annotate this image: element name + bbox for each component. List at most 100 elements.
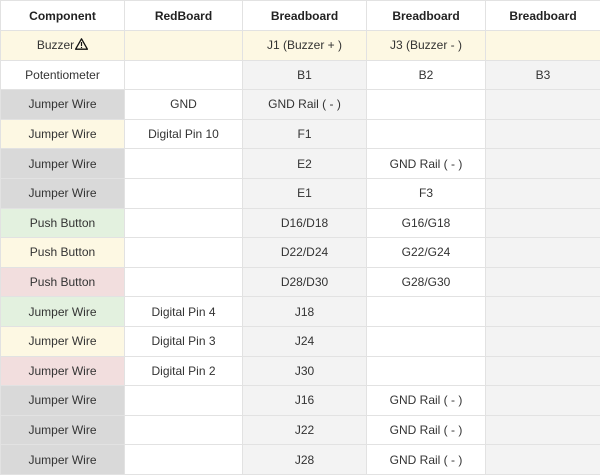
cell-redboard: Digital Pin 3 <box>125 326 243 356</box>
cell-redboard <box>125 445 243 475</box>
cell-component: Jumper Wire <box>1 119 125 149</box>
header-component: Component <box>1 1 125 31</box>
cell-redboard <box>125 267 243 297</box>
cell-breadboard-2: F3 <box>367 178 486 208</box>
component-label: Jumper Wire <box>28 305 96 319</box>
cell-breadboard-2 <box>367 119 486 149</box>
cell-breadboard-1: J28 <box>243 445 367 475</box>
cell-component: Jumper Wire <box>1 178 125 208</box>
cell-breadboard-1: D16/D18 <box>243 208 367 238</box>
table-header: Component RedBoard Breadboard Breadboard… <box>1 1 600 31</box>
cell-component: Jumper Wire <box>1 415 125 445</box>
cell-breadboard-2: B2 <box>367 60 486 90</box>
cell-breadboard-1: J1 (Buzzer + ) <box>243 31 367 61</box>
cell-breadboard-1: B1 <box>243 60 367 90</box>
cell-breadboard-2: GND Rail ( - ) <box>367 149 486 179</box>
header-row: Component RedBoard Breadboard Breadboard… <box>1 1 600 31</box>
header-redboard: RedBoard <box>125 1 243 31</box>
cell-breadboard-2: G16/G18 <box>367 208 486 238</box>
cell-breadboard-3 <box>486 149 600 179</box>
cell-redboard: Digital Pin 4 <box>125 297 243 327</box>
component-label: Jumper Wire <box>28 364 96 378</box>
table-row: Jumper WireJ28GND Rail ( - ) <box>1 445 600 475</box>
cell-breadboard-3 <box>486 178 600 208</box>
component-label: Push Button <box>30 245 95 259</box>
table-body: BuzzerJ1 (Buzzer + )J3 (Buzzer - )Potent… <box>1 31 600 475</box>
component-label: Push Button <box>30 216 95 230</box>
cell-component: Jumper Wire <box>1 297 125 327</box>
cell-breadboard-2: J3 (Buzzer - ) <box>367 31 486 61</box>
cell-component: Potentiometer <box>1 60 125 90</box>
cell-component: Push Button <box>1 267 125 297</box>
cell-breadboard-1: J22 <box>243 415 367 445</box>
cell-breadboard-2: G28/G30 <box>367 267 486 297</box>
cell-redboard <box>125 60 243 90</box>
cell-breadboard-3: B3 <box>486 60 600 90</box>
cell-redboard: Digital Pin 2 <box>125 356 243 386</box>
cell-component: Jumper Wire <box>1 356 125 386</box>
cell-breadboard-3 <box>486 445 600 475</box>
cell-redboard <box>125 415 243 445</box>
cell-breadboard-2: GND Rail ( - ) <box>367 415 486 445</box>
cell-breadboard-3 <box>486 31 600 61</box>
table-row: Push Button D16/D18G16/G18 <box>1 208 600 238</box>
table-row: Jumper WireJ16GND Rail ( - ) <box>1 386 600 416</box>
cell-breadboard-1: E1 <box>243 178 367 208</box>
table-row: Potentiometer B1B2B3 <box>1 60 600 90</box>
cell-component: Buzzer <box>1 31 125 61</box>
cell-breadboard-2 <box>367 356 486 386</box>
cell-breadboard-3 <box>486 267 600 297</box>
component-label: Buzzer <box>37 38 74 52</box>
cell-redboard <box>125 149 243 179</box>
cell-breadboard-2 <box>367 326 486 356</box>
cell-breadboard-3 <box>486 415 600 445</box>
cell-component: Jumper Wire <box>1 386 125 416</box>
cell-breadboard-1: D22/D24 <box>243 238 367 268</box>
component-label: Push Button <box>30 275 95 289</box>
cell-breadboard-3 <box>486 356 600 386</box>
header-breadboard-2: Breadboard <box>367 1 486 31</box>
cell-breadboard-1: J30 <box>243 356 367 386</box>
cell-redboard <box>125 238 243 268</box>
cell-component: Jumper Wire <box>1 149 125 179</box>
cell-breadboard-3 <box>486 297 600 327</box>
cell-component: Push Button <box>1 208 125 238</box>
component-label: Jumper Wire <box>28 157 96 171</box>
cell-breadboard-3 <box>486 326 600 356</box>
cell-breadboard-3 <box>486 119 600 149</box>
table-row: Buzzer J1 (Buzzer + )J3 (Buzzer - ) <box>1 31 600 61</box>
component-label: Jumper Wire <box>28 127 96 141</box>
cell-breadboard-1: J24 <box>243 326 367 356</box>
cell-breadboard-1: J16 <box>243 386 367 416</box>
table-row: Jumper WireGNDGND Rail ( - ) <box>1 90 600 120</box>
cell-breadboard-1: D28/D30 <box>243 267 367 297</box>
component-label: Jumper Wire <box>28 334 96 348</box>
cell-breadboard-3 <box>486 90 600 120</box>
component-label: Potentiometer <box>25 68 100 82</box>
table-row: Jumper WireDigital Pin 4J18 <box>1 297 600 327</box>
cell-breadboard-2: G22/G24 <box>367 238 486 268</box>
cell-breadboard-2 <box>367 297 486 327</box>
table-row: Push Button D22/D24G22/G24 <box>1 238 600 268</box>
cell-breadboard-3 <box>486 238 600 268</box>
cell-component: Push Button <box>1 238 125 268</box>
cell-component: Jumper Wire <box>1 326 125 356</box>
cell-redboard <box>125 208 243 238</box>
cell-breadboard-3 <box>486 208 600 238</box>
cell-redboard: GND <box>125 90 243 120</box>
table-row: Jumper Wire Digital Pin 10F1 <box>1 119 600 149</box>
cell-breadboard-3 <box>486 386 600 416</box>
cell-breadboard-1: F1 <box>243 119 367 149</box>
wiring-table: Component RedBoard Breadboard Breadboard… <box>0 0 600 475</box>
component-label: Jumper Wire <box>28 97 96 111</box>
cell-redboard: Digital Pin 10 <box>125 119 243 149</box>
table-row: Jumper Wire J22GND Rail ( - ) <box>1 415 600 445</box>
header-breadboard-3: Breadboard <box>486 1 600 31</box>
cell-breadboard-2: GND Rail ( - ) <box>367 445 486 475</box>
table-row: Jumper Wire E1F3 <box>1 178 600 208</box>
component-label: Jumper Wire <box>28 423 96 437</box>
table-row: Jumper Wire Digital Pin 3J24 <box>1 326 600 356</box>
cell-redboard <box>125 31 243 61</box>
table-row: Jumper Wire Digital Pin 2J30 <box>1 356 600 386</box>
table-row: Push Button D28/D30G28/G30 <box>1 267 600 297</box>
